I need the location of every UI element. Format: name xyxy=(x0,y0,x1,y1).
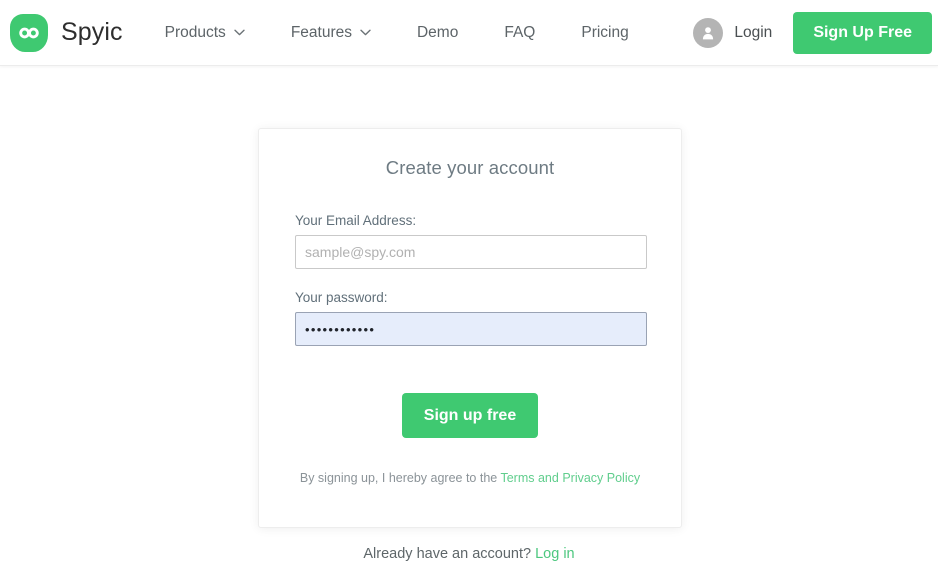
main-content: Create your account Your Email Address: … xyxy=(0,66,938,579)
site-header: Spyic Products Features Demo FAQ Pricing… xyxy=(0,0,938,66)
main-nav: Products Features Demo FAQ Pricing xyxy=(165,24,629,42)
sign-up-free-button[interactable]: Sign Up Free xyxy=(793,11,932,54)
nav-item-label: Products xyxy=(164,23,226,41)
nav-item-faq[interactable]: FAQ xyxy=(504,24,535,42)
user-avatar-icon xyxy=(693,17,724,48)
chevron-down-icon xyxy=(234,29,245,36)
password-field-label: Your password: xyxy=(295,290,388,305)
terms-notice: By signing up, I hereby agree to the Ter… xyxy=(295,471,645,485)
email-field-label: Your Email Address: xyxy=(295,213,417,228)
log-in-link[interactable]: Log in xyxy=(535,546,575,562)
nav-item-label: Demo xyxy=(416,23,459,41)
signup-form: Your Email Address: Your password: Sign … xyxy=(259,213,681,485)
nav-item-label: Features xyxy=(290,23,352,41)
nav-item-products[interactable]: Products xyxy=(165,24,245,42)
existing-account-prompt: Already have an account? Log in xyxy=(0,546,938,562)
login-label: Login xyxy=(734,23,773,41)
terms-prefix-text: By signing up, I hereby agree to the xyxy=(299,471,501,485)
login-link[interactable]: Login xyxy=(693,17,773,48)
password-input[interactable] xyxy=(295,312,647,346)
nav-item-label: Pricing xyxy=(581,23,629,41)
nav-item-pricing[interactable]: Pricing xyxy=(581,24,628,42)
nav-item-label: FAQ xyxy=(504,23,536,41)
brand-logo-link[interactable]: Spyic xyxy=(10,13,123,52)
nav-item-demo[interactable]: Demo xyxy=(417,24,458,42)
terms-and-privacy-policy-link[interactable]: Terms and Privacy Policy xyxy=(500,471,640,485)
email-input[interactable] xyxy=(295,235,647,269)
page-title: Create your account xyxy=(385,157,555,178)
nav-item-features[interactable]: Features xyxy=(291,24,371,42)
submit-row: Sign up free xyxy=(295,393,645,438)
brand-name: Spyic xyxy=(61,18,123,46)
signup-card: Create your account Your Email Address: … xyxy=(258,128,682,528)
chevron-down-icon xyxy=(360,29,371,36)
existing-account-text: Already have an account? xyxy=(363,546,536,562)
header-actions: Login Sign Up Free xyxy=(693,11,932,54)
sign-up-free-submit-button[interactable]: Sign up free xyxy=(401,393,539,438)
infinity-icon xyxy=(10,13,48,52)
